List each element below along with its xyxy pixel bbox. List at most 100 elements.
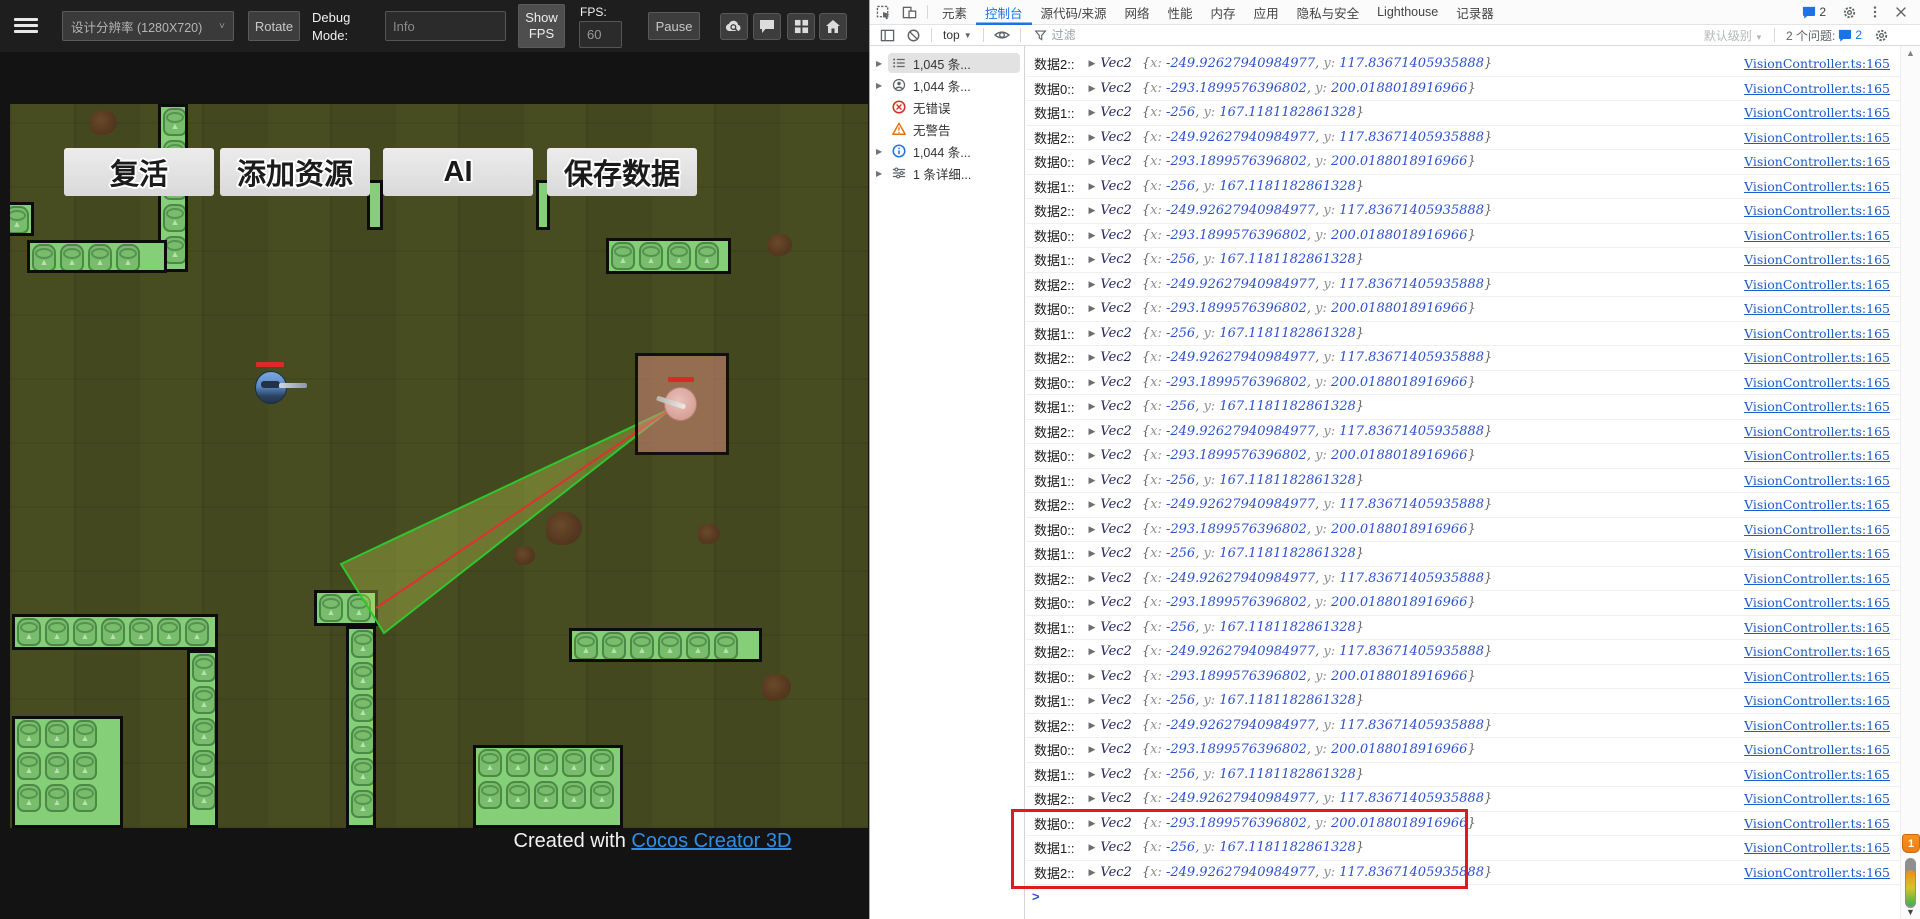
expand-triangle-icon[interactable]: ▶ bbox=[1088, 58, 1095, 69]
more-options-icon[interactable] bbox=[1862, 1, 1888, 23]
expand-triangle-icon[interactable]: ▶ bbox=[1088, 107, 1095, 118]
grid-button[interactable] bbox=[787, 13, 815, 40]
javascript-context-dropdown[interactable]: top ▼ bbox=[937, 28, 978, 42]
object-class-name[interactable]: Vec2 bbox=[1100, 767, 1131, 782]
tab-元素[interactable]: 元素 bbox=[933, 0, 976, 25]
tab-Lighthouse[interactable]: Lighthouse bbox=[1368, 0, 1447, 25]
expand-triangle-icon[interactable]: ▶ bbox=[1088, 671, 1095, 682]
expand-triangle-icon[interactable]: ▶ bbox=[1088, 230, 1095, 241]
object-class-name[interactable]: Vec2 bbox=[1100, 154, 1131, 169]
source-link[interactable]: VisionController.ts:165 bbox=[1744, 546, 1890, 561]
expand-triangle-icon[interactable]: ▶ bbox=[1088, 744, 1095, 755]
expand-triangle-icon[interactable]: ▶ bbox=[1088, 426, 1095, 437]
source-link[interactable]: VisionController.ts:165 bbox=[1744, 399, 1890, 414]
menu-icon[interactable] bbox=[14, 15, 38, 35]
source-link[interactable]: VisionController.ts:165 bbox=[1744, 595, 1890, 610]
extension-badge[interactable]: 1 bbox=[1902, 834, 1920, 853]
source-link[interactable]: VisionController.ts:165 bbox=[1744, 424, 1890, 439]
object-class-name[interactable]: Vec2 bbox=[1100, 56, 1131, 71]
ai-button[interactable]: AI bbox=[383, 148, 533, 196]
console-filter-input[interactable] bbox=[1051, 28, 1272, 42]
expand-triangle-icon[interactable]: ▶ bbox=[1088, 377, 1095, 388]
source-link[interactable]: VisionController.ts:165 bbox=[1744, 252, 1890, 267]
expand-triangle-icon[interactable]: ▶ bbox=[1088, 181, 1095, 192]
source-link[interactable]: VisionController.ts:165 bbox=[1744, 473, 1890, 488]
tab-内存[interactable]: 内存 bbox=[1202, 0, 1245, 25]
sidebar-item-error[interactable]: 无错误 bbox=[870, 96, 1024, 118]
source-link[interactable]: VisionController.ts:165 bbox=[1744, 742, 1890, 757]
expand-triangle-icon[interactable]: ▶ bbox=[1088, 597, 1095, 608]
console-scrollbar[interactable]: ▲ 1 ▼ bbox=[1900, 46, 1920, 919]
close-devtools-icon[interactable] bbox=[1888, 1, 1914, 23]
source-link[interactable]: VisionController.ts:165 bbox=[1744, 326, 1890, 341]
source-link[interactable]: VisionController.ts:165 bbox=[1744, 301, 1890, 316]
tab-控制台[interactable]: 控制台 bbox=[976, 0, 1032, 25]
source-link[interactable]: VisionController.ts:165 bbox=[1744, 228, 1890, 243]
source-link[interactable]: VisionController.ts:165 bbox=[1744, 497, 1890, 512]
tab-隐私与安全[interactable]: 隐私与安全 bbox=[1288, 0, 1369, 25]
expand-triangle-icon[interactable]: ▶ bbox=[1088, 156, 1095, 167]
expand-triangle-icon[interactable]: ▶ bbox=[1088, 475, 1095, 486]
issues-counter[interactable]: 2 bbox=[1802, 5, 1826, 19]
object-class-name[interactable]: Vec2 bbox=[1100, 840, 1131, 855]
cocos-creator-link[interactable]: Cocos Creator 3D bbox=[631, 830, 791, 852]
object-class-name[interactable]: Vec2 bbox=[1100, 105, 1131, 120]
scroll-up-icon[interactable]: ▲ bbox=[1901, 48, 1920, 58]
source-link[interactable]: VisionController.ts:165 bbox=[1744, 718, 1890, 733]
source-link[interactable]: VisionController.ts:165 bbox=[1744, 277, 1890, 292]
source-link[interactable]: VisionController.ts:165 bbox=[1744, 865, 1890, 880]
scroll-down-icon[interactable]: ▼ bbox=[1901, 907, 1920, 917]
object-class-name[interactable]: Vec2 bbox=[1100, 742, 1131, 757]
source-link[interactable]: VisionController.ts:165 bbox=[1744, 130, 1890, 145]
cloud-search-button[interactable] bbox=[720, 13, 748, 40]
expand-triangle-icon[interactable]: ▶ bbox=[1088, 695, 1095, 706]
expand-triangle-icon[interactable]: ▶ bbox=[1088, 450, 1095, 461]
expand-triangle-icon[interactable]: ▶ bbox=[1088, 842, 1095, 853]
object-class-name[interactable]: Vec2 bbox=[1100, 375, 1131, 390]
source-link[interactable]: VisionController.ts:165 bbox=[1744, 571, 1890, 586]
source-link[interactable]: VisionController.ts:165 bbox=[1744, 620, 1890, 635]
show-fps-button[interactable]: Show FPS bbox=[518, 4, 565, 48]
add-resource-button[interactable]: 添加资源 bbox=[220, 148, 370, 196]
source-link[interactable]: VisionController.ts:165 bbox=[1744, 375, 1890, 390]
expand-triangle-icon[interactable]: ▶ bbox=[1088, 254, 1095, 265]
chat-button[interactable] bbox=[753, 13, 781, 40]
tab-网络[interactable]: 网络 bbox=[1116, 0, 1159, 25]
tab-性能[interactable]: 性能 bbox=[1159, 0, 1202, 25]
rotate-button[interactable]: Rotate bbox=[248, 11, 300, 41]
object-class-name[interactable]: Vec2 bbox=[1100, 865, 1131, 880]
object-class-name[interactable]: Vec2 bbox=[1100, 644, 1131, 659]
object-class-name[interactable]: Vec2 bbox=[1100, 718, 1131, 733]
tab-源代码/来源[interactable]: 源代码/来源 bbox=[1032, 0, 1116, 25]
object-class-name[interactable]: Vec2 bbox=[1100, 203, 1131, 218]
pause-button[interactable]: Pause bbox=[648, 12, 700, 40]
source-link[interactable]: VisionController.ts:165 bbox=[1744, 816, 1890, 831]
sidebar-item-user[interactable]: ▶ 1,044 条... bbox=[870, 74, 1024, 96]
sidebar-item-info[interactable]: ▶ 1,044 条... bbox=[870, 140, 1024, 162]
object-class-name[interactable]: Vec2 bbox=[1100, 448, 1131, 463]
fps-value-input[interactable] bbox=[579, 21, 622, 48]
expand-triangle-icon[interactable]: ▶ bbox=[1088, 83, 1095, 94]
object-class-name[interactable]: Vec2 bbox=[1100, 816, 1131, 831]
source-link[interactable]: VisionController.ts:165 bbox=[1744, 154, 1890, 169]
expand-triangle-icon[interactable]: ▶ bbox=[1088, 720, 1095, 731]
expand-triangle-icon[interactable]: ▶ bbox=[876, 81, 888, 90]
object-class-name[interactable]: Vec2 bbox=[1100, 252, 1131, 267]
source-link[interactable]: VisionController.ts:165 bbox=[1744, 644, 1890, 659]
object-class-name[interactable]: Vec2 bbox=[1100, 669, 1131, 684]
source-link[interactable]: VisionController.ts:165 bbox=[1744, 767, 1890, 782]
object-class-name[interactable]: Vec2 bbox=[1100, 326, 1131, 341]
source-link[interactable]: VisionController.ts:165 bbox=[1744, 81, 1890, 96]
save-data-button[interactable]: 保存数据 bbox=[547, 148, 697, 196]
expand-triangle-icon[interactable]: ▶ bbox=[1088, 622, 1095, 633]
source-link[interactable]: VisionController.ts:165 bbox=[1744, 179, 1890, 194]
expand-triangle-icon[interactable]: ▶ bbox=[876, 169, 888, 178]
expand-triangle-icon[interactable]: ▶ bbox=[1088, 401, 1095, 412]
console-settings-gear-icon[interactable] bbox=[1868, 24, 1894, 46]
object-class-name[interactable]: Vec2 bbox=[1100, 424, 1131, 439]
expand-triangle-icon[interactable]: ▶ bbox=[876, 147, 888, 156]
object-class-name[interactable]: Vec2 bbox=[1100, 522, 1131, 537]
object-class-name[interactable]: Vec2 bbox=[1100, 620, 1131, 635]
expand-triangle-icon[interactable]: ▶ bbox=[1088, 793, 1095, 804]
revive-button[interactable]: 复活 bbox=[64, 148, 214, 196]
